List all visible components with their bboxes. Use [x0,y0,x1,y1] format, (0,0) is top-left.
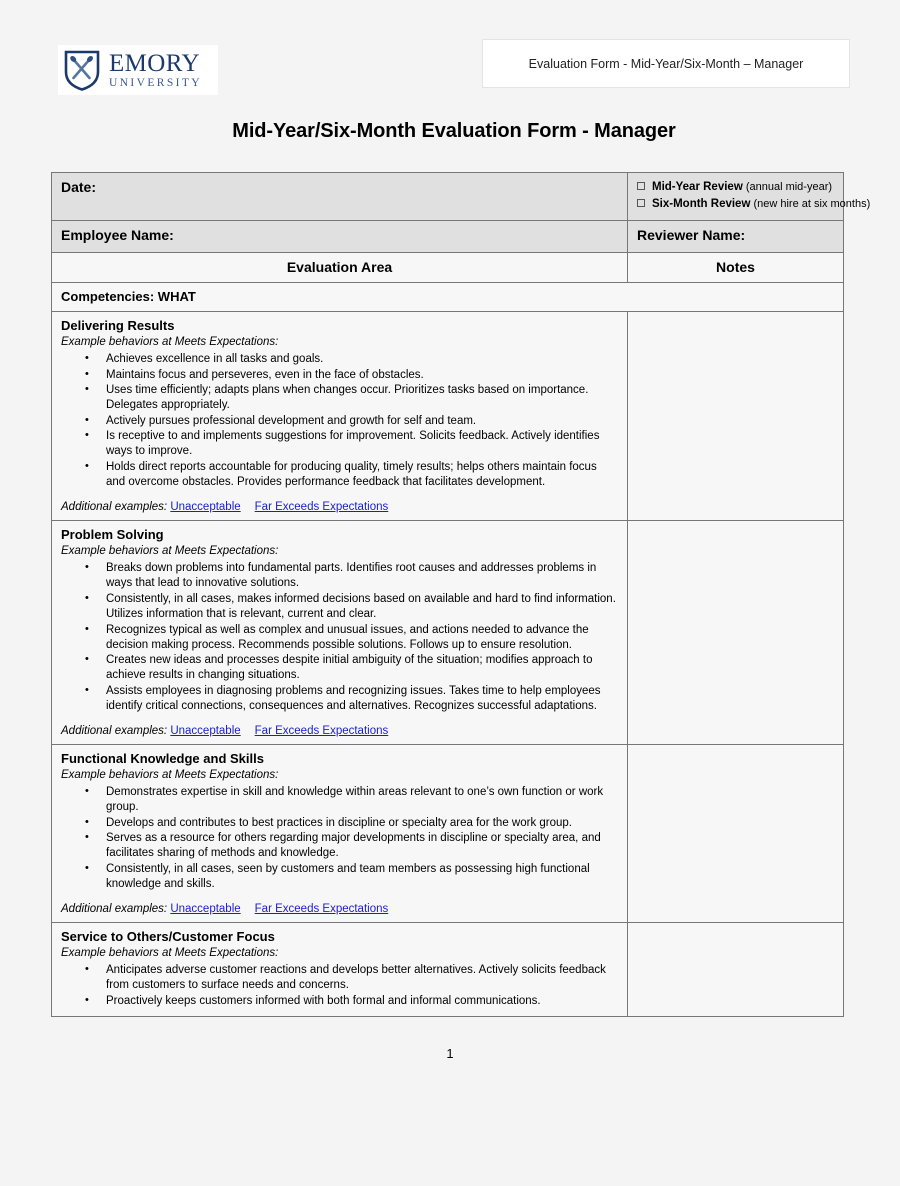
additional-examples-label: Additional examples: [61,724,168,737]
section-row-delivering-results: Delivering Results Example behaviors at … [51,310,844,522]
notes-cell[interactable] [627,922,844,1018]
behavior-list: Breaks down problems into fundamental pa… [61,560,618,714]
behavior-item: Assists employees in diagnosing problems… [85,683,618,714]
section-subtitle: Example behaviors at Meets Expectations: [61,545,279,558]
document-tag-text: Evaluation Form - Mid-Year/Six-Month – M… [528,56,804,71]
additional-examples: Additional examples: Unacceptable Far Exc… [61,903,618,915]
checkbox-icon-six-month[interactable] [637,198,645,207]
behavior-item: Maintains focus and perseveres, even in … [85,367,618,383]
page-number: 1 [446,1046,454,1061]
section-subtitle: Example behaviors at Meets Expectations: [61,336,279,349]
behavior-item: Recognizes typical as well as complex an… [85,622,618,653]
reviewer-name-cell[interactable]: Reviewer Name: [627,219,844,253]
column-header-row: Evaluation Area Notes [51,251,844,283]
section-subtitle: Example behaviors at Meets Expectations: [61,769,279,782]
emory-logo: EMORY UNIVERSITY [58,45,218,95]
link-unacceptable[interactable]: Unacceptable [170,903,240,915]
additional-examples: Additional examples: Unacceptable Far Exc… [61,725,618,737]
additional-examples: Additional examples: Unacceptable Far Exc… [61,501,618,513]
emory-shield-icon [64,49,100,91]
evaluation-area-header: Evaluation Area [51,251,628,283]
date-cell[interactable]: Date: [51,172,628,221]
link-unacceptable[interactable]: Unacceptable [170,501,240,513]
behavior-item: Breaks down problems into fundamental pa… [85,560,618,591]
checkbox-icon-mid-year[interactable] [637,182,645,190]
behavior-item: Anticipates adverse customer reactions a… [85,962,618,993]
date-label: Date: [61,179,97,195]
behavior-item: Develops and contributes to best practic… [85,815,618,831]
names-row: Employee Name: Reviewer Name: [51,219,844,253]
link-unacceptable[interactable]: Unacceptable [170,725,240,737]
behavior-item: Creates new ideas and processes despite … [85,652,618,683]
section-content-problem-solving: Problem Solving Example behaviors at Mee… [51,520,628,745]
emory-wordmark: EMORY UNIVERSITY [109,51,202,90]
notes-cell[interactable] [627,310,844,522]
mid-year-review-note: (annual mid-year) [745,181,833,193]
behavior-item: Consistently, in all cases, makes inform… [85,591,618,622]
six-month-review-label: Six-Month Review [652,197,751,210]
section-subtitle: Example behaviors at Meets Expectations: [61,947,279,960]
evaluation-form-table: Date: Mid-Year Review (annual mid-year) … [51,172,870,1018]
additional-examples-label: Additional examples: [61,903,168,916]
employee-name-cell[interactable]: Employee Name: [51,219,628,253]
section-content-delivering-results: Delivering Results Example behaviors at … [51,310,628,522]
competencies-heading: Competencies: WHAT [51,281,844,312]
section-title: Service to Others/Customer Focus [61,929,275,945]
behavior-item: Holds direct reports accountable for pro… [85,459,618,490]
behavior-item: Demonstrates expertise in skill and know… [85,784,618,815]
behavior-item: Achieves excellence in all tasks and goa… [85,351,618,367]
review-option-mid-year[interactable]: Mid-Year Review (annual mid-year) [637,179,834,196]
wordmark-primary: EMORY [109,49,200,77]
behavior-item: Consistently, in all cases, seen by cust… [85,861,618,892]
review-option-six-month[interactable]: Six-Month Review (new hire at six months… [637,196,870,213]
behavior-item: Is receptive to and implements suggestio… [85,428,618,459]
competencies-heading-row: Competencies: WHAT [51,281,844,312]
section-title: Problem Solving [61,527,164,543]
link-far-exceeds-expectations[interactable]: Far Exceeds Expectations [255,501,389,513]
notes-cell[interactable] [627,743,844,924]
link-far-exceeds-expectations[interactable]: Far Exceeds Expectations [255,903,389,915]
mid-year-review-label: Mid-Year Review [652,181,743,193]
behavior-item: Serves as a resource for others regardin… [85,830,618,861]
section-title: Delivering Results [61,317,175,333]
date-row: Date: Mid-Year Review (annual mid-year) … [51,172,870,221]
section-content-service-to-others: Service to Others/Customer Focus Example… [51,922,628,1018]
wordmark-secondary: UNIVERSITY [109,76,202,89]
behavior-list: Demonstrates expertise in skill and know… [61,784,618,892]
section-title: Functional Knowledge and Skills [61,750,264,766]
behavior-list: Anticipates adverse customer reactions a… [61,962,618,1009]
behavior-list: Achieves excellence in all tasks and goa… [61,351,618,490]
section-row-service-to-others: Service to Others/Customer Focus Example… [51,922,844,1018]
behavior-item: Uses time efficiently; adapts plans when… [85,382,618,413]
six-month-review-note: (new hire at six months) [753,197,871,210]
notes-cell[interactable] [627,520,844,745]
section-row-problem-solving: Problem Solving Example behaviors at Mee… [51,520,844,745]
behavior-item: Actively pursues professional developmen… [85,413,618,429]
document-tag-box: Evaluation Form - Mid-Year/Six-Month – M… [482,39,850,88]
page-title: Mid-Year/Six-Month Evaluation Form - Man… [232,120,676,142]
notes-header: Notes [627,251,844,283]
section-row-functional-knowledge: Functional Knowledge and Skills Example … [51,743,844,924]
link-far-exceeds-expectations[interactable]: Far Exceeds Expectations [255,725,389,737]
section-content-functional-knowledge: Functional Knowledge and Skills Example … [51,743,628,924]
behavior-item: Proactively keeps customers informed wit… [85,993,618,1009]
review-type-cell: Mid-Year Review (annual mid-year) Six-Mo… [627,172,870,221]
document-header: EMORY UNIVERSITY Evaluation Form - Mid-Y… [0,0,900,110]
employee-name-label: Employee Name: [61,226,174,243]
reviewer-name-label: Reviewer Name: [637,226,746,243]
additional-examples-label: Additional examples: [61,501,168,514]
